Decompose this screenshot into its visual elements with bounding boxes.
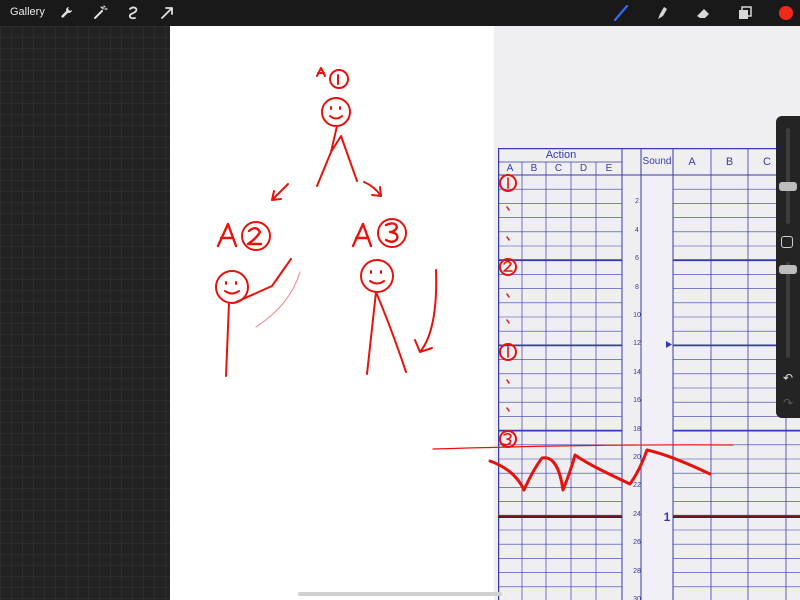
brush-size-thumb[interactable]	[779, 182, 797, 191]
redo-icon[interactable]: ↷	[780, 396, 796, 410]
action-column-a: A	[506, 163, 514, 174]
action-column-e: E	[605, 163, 613, 174]
frame-number: 16	[633, 397, 641, 405]
brush-size-opacity-panel: ↶ ↷	[776, 116, 800, 418]
frame-number: 22	[633, 482, 641, 490]
cel-column-b: B	[725, 156, 734, 168]
frame-number: 8	[635, 283, 639, 291]
sound-header: Sound	[642, 156, 672, 167]
action-column-d: D	[579, 163, 588, 174]
frame-number: 24	[633, 510, 641, 518]
frame-number: 14	[633, 368, 641, 376]
magic-wand-icon[interactable]	[91, 4, 109, 22]
frame-number: 18	[633, 425, 641, 433]
workspace-background	[0, 26, 170, 600]
smudge-icon[interactable]	[653, 4, 671, 22]
frame-number: 6	[635, 255, 639, 263]
selection-icon[interactable]	[124, 4, 142, 22]
exposure-sheet: Action A B C D E Sound A B C 2 4 6 8 10 12 14 1…	[498, 148, 800, 600]
frame-number: 28	[633, 567, 641, 575]
home-indicator	[298, 592, 502, 596]
wrench-icon[interactable]	[57, 4, 75, 22]
frame-number: 2	[635, 198, 639, 206]
procreate-app: Gallery Action A B C D E Sound A B C 2 4…	[0, 0, 800, 600]
layers-icon[interactable]	[736, 4, 754, 22]
color-icon[interactable]	[777, 4, 795, 22]
opacity-thumb[interactable]	[779, 265, 797, 274]
action-column-c: C	[554, 163, 563, 174]
transform-arrow-icon[interactable]	[158, 4, 176, 22]
action-column-b: B	[530, 163, 538, 174]
gallery-button[interactable]: Gallery	[10, 6, 45, 18]
undo-icon[interactable]: ↶	[780, 371, 796, 385]
modify-button[interactable]	[781, 236, 793, 248]
cel-column-a: A	[688, 156, 696, 168]
brush-icon[interactable]	[612, 4, 630, 22]
frame-number: 12	[633, 340, 641, 348]
frame-number: 4	[635, 226, 639, 234]
frame-number: 10	[633, 312, 641, 319]
brush-size-slider[interactable]	[786, 128, 790, 224]
frame-number: 26	[633, 539, 641, 547]
action-header: Action	[545, 149, 577, 161]
top-toolbar: Gallery	[0, 0, 800, 26]
opacity-slider[interactable]	[786, 262, 790, 358]
frame-number: 30	[633, 596, 641, 600]
eraser-icon[interactable]	[694, 4, 712, 22]
frame-number: 20	[633, 454, 641, 461]
marker-label: 1	[663, 510, 671, 524]
